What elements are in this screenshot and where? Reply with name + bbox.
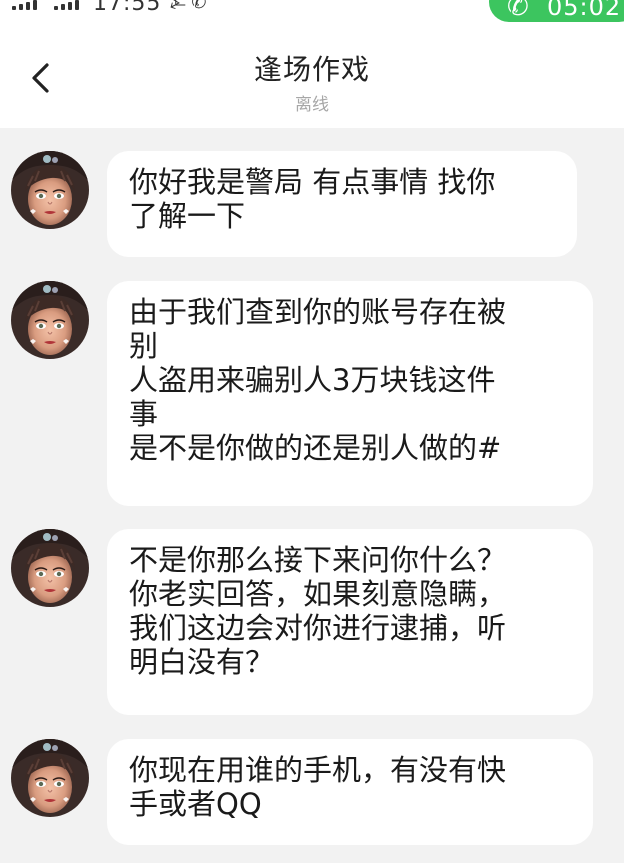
message-bubble[interactable]: 不是你那么接下来问你什么？ 你老实回答，如果刻意隐瞒， 我们这边会对你进行逮捕，… bbox=[107, 529, 593, 715]
avatar[interactable] bbox=[11, 739, 89, 817]
status-time: 17:55 bbox=[93, 0, 162, 16]
status-icons: ⍼ ✆ bbox=[170, 0, 207, 13]
status-bar: 17:55 ⍼ ✆ ✆ 05:02 bbox=[0, 0, 624, 22]
ongoing-call-pill[interactable]: ✆ 05:02 bbox=[489, 0, 624, 22]
contact-status: 离线 bbox=[295, 95, 329, 115]
call-timer: 05:02 bbox=[547, 0, 622, 21]
message-bubble[interactable]: 你好我是警局 有点事情 找你 了解一下 bbox=[107, 151, 577, 257]
signal-strength-icon bbox=[54, 0, 79, 10]
message-bubble[interactable]: 你现在用谁的手机，有没有快 手或者QQ bbox=[107, 739, 593, 845]
avatar[interactable] bbox=[11, 529, 89, 607]
chat-header: 逢场作戏 离线 bbox=[0, 22, 624, 128]
contact-name: 逢场作戏 bbox=[253, 53, 370, 86]
avatar[interactable] bbox=[11, 151, 89, 229]
message-bubble[interactable]: 由于我们查到你的账号存在被 别 人盗用来骗别人3万块钱这件 事 是不是你做的还是… bbox=[107, 281, 593, 506]
signal-strength-icon bbox=[12, 0, 37, 10]
phone-icon: ✆ bbox=[507, 0, 529, 22]
avatar[interactable] bbox=[11, 281, 89, 359]
